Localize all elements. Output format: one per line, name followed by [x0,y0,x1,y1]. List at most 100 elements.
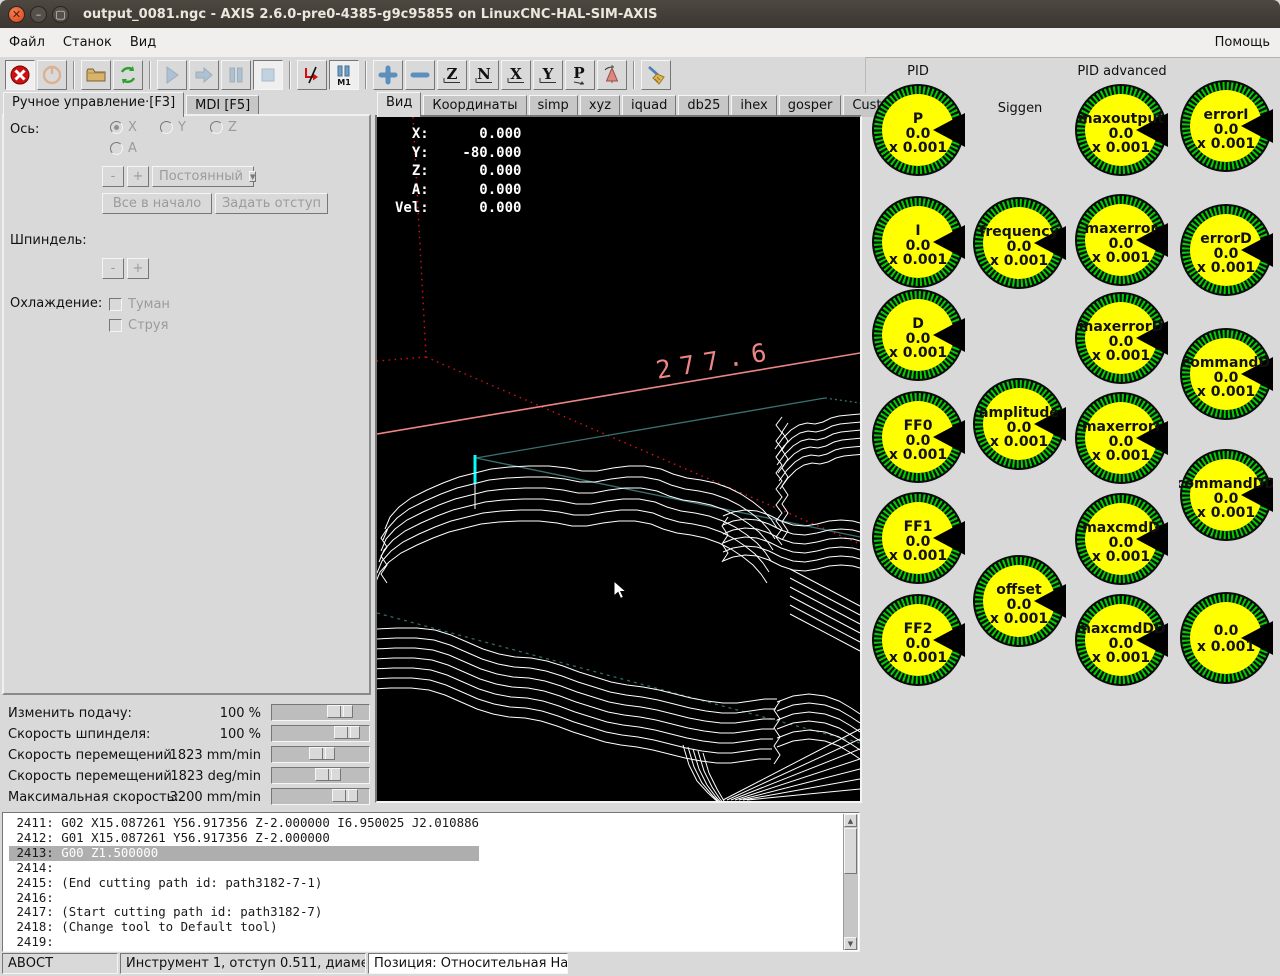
axis-radio-a[interactable]: A [110,141,137,156]
axis-radio-x[interactable]: X [110,120,137,135]
zoom-in-button[interactable] [373,60,403,90]
estop-button[interactable] [5,60,35,90]
preview-canvas[interactable]: 277.6 X: 0.000 Y: -80.000 Z: 0.000 A: 0.… [375,115,862,803]
tab-ihex[interactable]: ihex [731,95,776,117]
dial-offset[interactable]: offset0.0x 0.001 [972,554,1066,648]
dial-maxerrorD[interactable]: maxerrorD0.0x 0.001 [1074,291,1168,385]
override-slider[interactable] [271,725,370,742]
scrollbar-thumb[interactable] [844,828,857,874]
dial-maxerror[interactable]: maxerror0.0x 0.001 [1074,193,1168,287]
gcode-line[interactable]: 2411: G02 X15.087261 Y56.917356 Z-2.0000… [9,816,479,831]
power-button[interactable] [37,60,67,90]
open-button[interactable] [81,60,111,90]
reload-button[interactable] [113,60,143,90]
line-number: 2413: [9,845,54,860]
dial-I[interactable]: I0.0x 0.001 [871,195,965,289]
gcode-line[interactable]: 2416: [9,891,479,906]
dial-FF0[interactable]: FF00.0x 0.001 [871,390,965,484]
clear-plot-button[interactable] [641,60,671,90]
flood-checkbox[interactable]: Струя [109,318,168,333]
dial-frequency[interactable]: frequency0.0x 0.001 [972,196,1066,290]
line-number: 2412: [9,830,54,845]
optional-pause-button[interactable]: M1 [329,60,359,90]
dial-amplitude[interactable]: amplitude0.0x 0.001 [972,377,1066,471]
tab-db25[interactable]: db25 [678,95,729,117]
touch-off-button[interactable]: Задать отступ [215,193,328,214]
menu-help[interactable]: Помощь [1205,35,1280,50]
gcode-line[interactable]: 2417: (Start cutting path id: path3182-7… [9,905,479,920]
menu-item-1[interactable]: Станок [54,35,121,50]
axis-radio-y[interactable]: Y [160,120,186,135]
gcode-line[interactable]: 2419: [9,935,479,950]
home-all-button[interactable]: Все в начало [102,193,212,214]
line-text: (Change tool to Default tool) [61,919,277,934]
gcode-line[interactable]: 2418: (Change tool to Default tool) [9,920,479,935]
jog-mode-select[interactable]: Постоянный ▼ [152,166,254,187]
view-y-button[interactable]: Y [533,60,563,90]
rotate-button[interactable] [597,60,627,90]
override-value: 1823 deg/min [170,769,261,784]
run-button[interactable] [157,60,187,90]
dial-maxcmdD[interactable]: maxcmdD0.0x 0.001 [1074,492,1168,586]
dial-FF2[interactable]: FF20.0x 0.001 [871,593,965,687]
tab-iquad[interactable]: iquad [622,95,676,117]
tab-xyz[interactable]: xyz [580,95,620,117]
spindle-minus-button[interactable]: - [102,258,124,279]
axis-radio-z[interactable]: Z [210,120,237,135]
view-p-button[interactable]: P [565,60,595,90]
gcode-scrollbar[interactable]: ▲ ▼ [843,814,858,950]
spindle-plus-button[interactable]: + [127,258,149,279]
jog-minus-button[interactable]: - [102,166,124,187]
dial-commandD[interactable]: commandD0.0x 0.001 [1179,327,1273,421]
block-delete-button[interactable] [297,60,327,90]
dial-D[interactable]: D0.0x 0.001 [871,288,965,382]
dial-commandDD[interactable]: commandDD0.0x 0.001 [1179,448,1273,542]
override-slider[interactable] [271,704,370,721]
slider-thumb[interactable] [315,768,341,781]
dial-FF1[interactable]: FF10.0x 0.001 [871,491,965,585]
view-z2-button[interactable]: N [469,60,499,90]
dial-maxoutput[interactable]: maxoutput0.0x 0.001 [1074,83,1168,177]
tab-gosper[interactable]: gosper [779,95,842,117]
jog-plus-button[interactable]: + [127,166,149,187]
tab-координаты[interactable]: Координаты [423,95,526,117]
slider-thumb[interactable] [309,747,335,760]
titlebar[interactable]: ✕ – ▢ output_0081.ngc - AXIS 2.6.0-pre0-… [0,0,1280,28]
stop-button[interactable] [253,60,283,90]
override-slider[interactable] [271,767,370,784]
dial-maxcmdDD[interactable]: maxcmdDD0.0x 0.001 [1074,593,1168,687]
override-slider[interactable] [271,746,370,763]
gcode-line[interactable]: 2412: G01 X15.087261 Y56.917356 Z-2.0000… [9,831,479,846]
gcode-line-highlighted[interactable]: 2413: G00 Z1.500000 [9,846,479,861]
slider-thumb[interactable] [334,726,360,739]
pause-button[interactable] [221,60,251,90]
step-button[interactable] [189,60,219,90]
close-button[interactable]: ✕ [8,6,25,23]
scroll-up-icon[interactable]: ▲ [844,814,857,827]
minimize-button[interactable]: – [30,6,47,23]
zoom-out-button[interactable] [405,60,435,90]
view-x-button[interactable]: X [501,60,531,90]
menu-item-0[interactable]: Файл [0,35,54,50]
view-z-button[interactable]: Z [437,60,467,90]
svg-text:x 0.001: x 0.001 [1197,639,1255,655]
slider-thumb[interactable] [332,789,358,802]
scroll-down-icon[interactable]: ▼ [844,937,857,950]
svg-text:maxerrorD: maxerrorD [1079,319,1164,335]
dial-P[interactable]: P0.0x 0.001 [871,83,965,177]
dial-unnamed[interactable]: 0.0x 0.001 [1179,591,1273,685]
tab-manual-control[interactable]: Ручное управление·[F3] [3,92,184,117]
dial-errorD[interactable]: errorD0.0x 0.001 [1179,203,1273,297]
maximize-button[interactable]: ▢ [52,6,69,23]
menu-item-2[interactable]: Вид [121,35,165,50]
slider-thumb[interactable] [327,705,353,718]
override-slider[interactable] [271,788,370,805]
gcode-listing[interactable]: 2411: G02 X15.087261 Y56.917356 Z-2.0000… [2,812,860,952]
mist-checkbox[interactable]: Туман [109,297,170,312]
tab-simp[interactable]: simp [529,95,578,117]
dial-errorI[interactable]: errorI0.0x 0.001 [1179,79,1273,173]
gcode-line[interactable]: 2415: (End cutting path id: path3182-7-1… [9,876,479,891]
tab-вид[interactable]: Вид [377,92,421,117]
gcode-line[interactable]: 2414: [9,861,479,876]
dial-maxerrorI[interactable]: maxerrorI0.0x 0.001 [1074,391,1168,485]
